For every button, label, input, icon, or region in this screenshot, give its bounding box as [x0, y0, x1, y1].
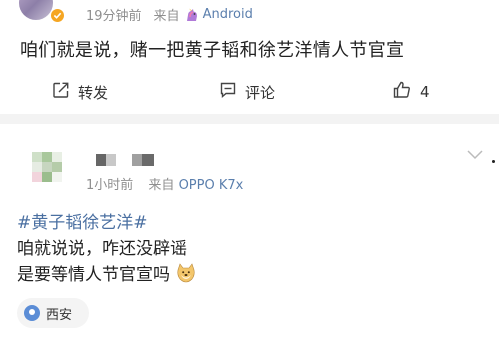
thumbs-up-icon — [392, 80, 420, 104]
topic-link[interactable]: #黄子韬徐艺洋# — [17, 208, 148, 233]
comment-label: 评论 — [245, 83, 276, 102]
source-name[interactable]: OPPO K7x — [179, 178, 244, 193]
post-time: 19分钟前 — [86, 9, 142, 24]
location-tag[interactable]: 西安 — [17, 298, 89, 328]
post-actions: 转发 评论 4 — [0, 78, 499, 106]
source-prefix: 来自 — [148, 178, 175, 193]
repost-label: 转发 — [78, 83, 109, 102]
unicorn-icon — [184, 8, 200, 22]
weibo-post-1: 19分钟前 来自 Android 咱们就是说，赌一把黄子韬和徐艺洋情人节官宣 转… — [0, 0, 499, 115]
chevron-down-icon[interactable] — [466, 146, 484, 165]
post-text: 咱们就是说，赌一把黄子韬和徐艺洋情人节官宣 — [20, 40, 405, 61]
like-button[interactable]: 4 — [392, 78, 430, 106]
weibo-post-2: 1小时前 来自 OPPO K7x #黄子韬徐艺洋# 咱就说说，咋还没辟谣 是要等… — [0, 124, 499, 338]
post-meta: 19分钟前 来自 Android — [86, 5, 253, 24]
repost-button[interactable]: 转发 — [52, 78, 108, 106]
comment-icon — [219, 81, 245, 103]
post-text-line-2-row: 是要等情人节官宣吗 — [17, 260, 196, 285]
like-count: 4 — [420, 83, 430, 101]
location-label: 西安 — [46, 307, 73, 323]
doge-emoji-icon — [176, 262, 196, 283]
source-name[interactable]: Android — [203, 7, 253, 22]
repost-icon — [52, 81, 78, 103]
post-text-line-1: 咱就说说，咋还没辟谣 — [17, 239, 187, 259]
source-prefix: 来自 — [153, 9, 180, 24]
avatar[interactable] — [19, 0, 53, 20]
avatar[interactable] — [32, 152, 62, 182]
post-meta: 1小时前 来自 OPPO K7x — [86, 174, 243, 193]
comment-button[interactable]: 评论 — [219, 78, 275, 106]
post-text-line-2: 是要等情人节官宣吗 — [17, 265, 170, 285]
post-time: 1小时前 — [86, 178, 134, 193]
post-divider — [0, 114, 499, 124]
verified-badge-icon — [50, 8, 65, 23]
location-pin-icon — [24, 305, 40, 321]
username-obscured[interactable] — [96, 154, 158, 166]
dot-mark — [492, 160, 495, 163]
